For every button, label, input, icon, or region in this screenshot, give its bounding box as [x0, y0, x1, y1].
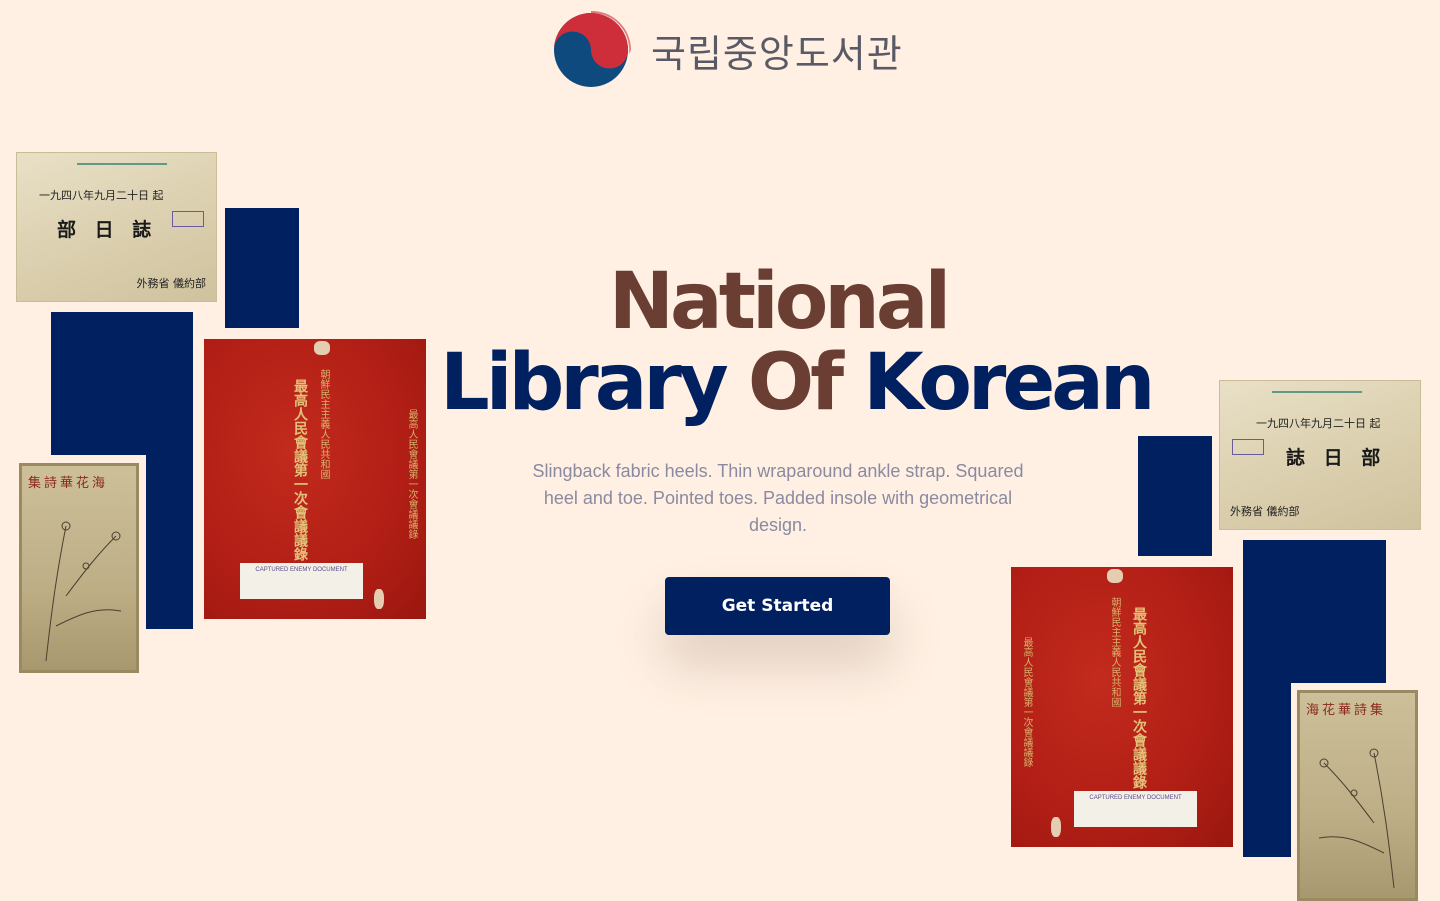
taeguk-logo-icon — [554, 10, 631, 87]
hero-subtitle: Slingback fabric heels. Thin wraparound … — [532, 461, 1024, 535]
doc-title: 海花華詩集 — [1306, 703, 1387, 718]
get-started-button[interactable]: Get Started — [665, 577, 890, 635]
document-image-botanical-sketch-mirrored: 海花華詩集 — [1297, 690, 1418, 901]
decor-navy-block — [1243, 667, 1291, 857]
doc-footer: 外務省 儀約部 — [1230, 505, 1300, 518]
document-image-diary-cover: 一九四八年九月二十日 起 部 日 誌 外務省 儀約部 — [16, 152, 217, 302]
hero-title-word: Library — [440, 338, 729, 428]
document-image-red-bound-volume: 最高人民會議第一次會議議錄 朝鮮民主主義人民共和國 最高人民會議第一次會議議錄 … — [204, 339, 426, 619]
doc-title: 部 日 誌 — [57, 219, 158, 241]
document-image-diary-cover-mirrored: 一九四八年九月二十日 起 誌 日 部 外務省 儀約部 — [1219, 380, 1421, 530]
document-image-botanical-sketch: 集詩華花海 — [19, 463, 139, 673]
plant-sketch-icon — [45, 521, 122, 662]
decor-navy-block — [146, 440, 193, 629]
doc-title: 集詩華花海 — [28, 476, 109, 491]
hero-title-line2: Library Of Korean — [440, 342, 1155, 424]
doc-spine-text: 最高人民會議第一次會議議錄 — [292, 379, 308, 561]
doc-date-line: 一九四八年九月二十日 起 — [39, 189, 164, 202]
doc-label: CAPTURED ENEMY DOCUMENT — [240, 563, 363, 599]
doc-footer: 外務省 儀約部 — [136, 277, 207, 290]
doc-spine-text: 朝鮮民主主義人民共和國 — [1109, 597, 1120, 707]
decor-navy-block — [51, 312, 193, 455]
decor-navy-block — [1138, 436, 1212, 556]
site-logo[interactable]: 국립중앙도서관 — [551, 10, 903, 90]
doc-stamp — [172, 211, 204, 227]
doc-label: CAPTURED ENEMY DOCUMENT — [1074, 791, 1197, 827]
logo-text: 국립중앙도서관 — [651, 31, 903, 76]
hero-title-word: Korean — [863, 338, 1155, 428]
doc-spine-text: 最高人民會議第一次會議議錄 — [1131, 607, 1147, 789]
hero-title-word: Of — [747, 338, 844, 428]
doc-date-line: 一九四八年九月二十日 起 — [1256, 417, 1381, 430]
doc-stamp — [1232, 439, 1264, 455]
decor-navy-block — [225, 208, 299, 328]
plant-sketch-icon — [1318, 748, 1395, 889]
document-image-red-bound-volume-mirrored: 最高人民會議第一次會議議錄 朝鮮民主主義人民共和國 最高人民會議第一次會議議錄 … — [1011, 567, 1233, 847]
doc-spine-text: 最高人民會議第一次會議議錄 — [406, 409, 417, 539]
decor-navy-block — [1243, 540, 1386, 683]
hero-section: National Library Of Korean Slingback fab… — [440, 257, 1155, 539]
doc-spine-text: 最高人民會議第一次會議議錄 — [1021, 637, 1032, 767]
hero-title-line1: National — [608, 257, 951, 347]
doc-title: 誌 日 部 — [1286, 447, 1387, 469]
doc-spine-text: 朝鮮民主主義人民共和國 — [318, 369, 329, 479]
